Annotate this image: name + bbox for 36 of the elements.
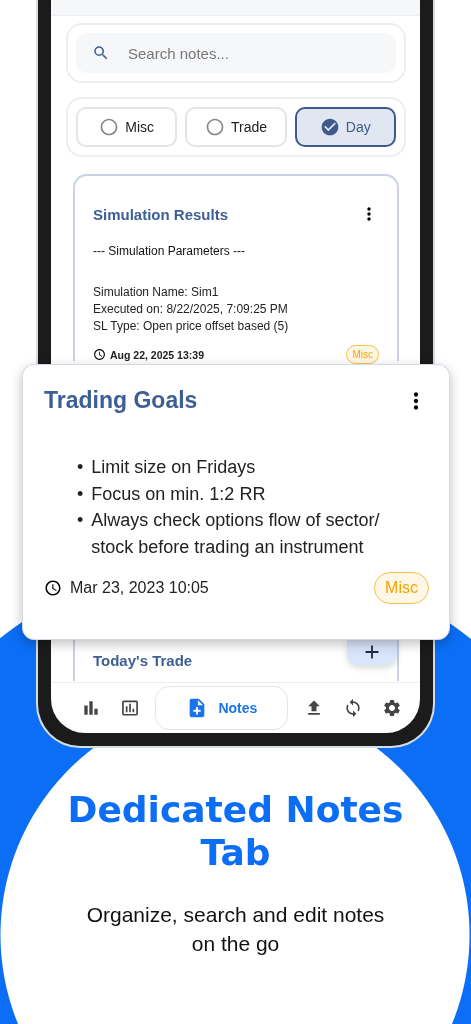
filter-chip[interactable]: Trade (185, 107, 287, 147)
clock-icon (93, 348, 106, 361)
note-tag: Misc (374, 572, 429, 604)
bullet-marker: • (77, 509, 84, 532)
bullet-item: Always check options flow of sector/ stock before trading an instrument (91, 509, 381, 559)
bullet-item: Focus on min. 1:2 RR (91, 482, 266, 506)
nav-tab[interactable]: Notes (155, 686, 289, 730)
add-button[interactable] (347, 639, 397, 665)
bar-chart-icon (81, 698, 101, 718)
bullet-marker: • (77, 456, 84, 479)
bullet-marker: • (77, 482, 84, 506)
note-tag: Misc (346, 345, 379, 364)
chart-icon (120, 698, 141, 718)
promo-title: Dedicated Notes Tab (66, 788, 405, 874)
note-line: Executed on: 8/22/2025, 7:09:25 PM (93, 301, 289, 318)
search-bar[interactable]: Search notes... (76, 33, 396, 73)
note-title: Trading Goals (44, 387, 198, 414)
check-icon (319, 117, 340, 137)
filter-chip[interactable]: Day (294, 107, 396, 147)
clock-icon (44, 579, 62, 597)
note-line: SL Type: Open price offset based (5) (93, 318, 290, 335)
note-heading: --- Simulation Parameters --- (93, 244, 247, 258)
note-date: Aug 22, 2025 13:39 (110, 348, 204, 361)
promo-subtitle: Organize, search and edit notes on the go (85, 902, 386, 957)
note-title: Today's Trade (93, 651, 193, 669)
note-card[interactable]: Trading Goals • Limit size on Fridays • Focus on min. 1:2 RR • Always check options flow of sector/ stock before trading an instrument Mar 23, 2023 10:05 Misc (22, 364, 450, 640)
note-line: Simulation Name: Sim1 (93, 284, 220, 301)
filter-chip[interactable]: Misc (76, 107, 178, 147)
search-icon (92, 44, 110, 62)
note-title: Simulation Results (93, 205, 229, 223)
settings-icon (382, 698, 402, 718)
bullet-item: Limit size on Fridays (91, 456, 256, 479)
radio-icon (204, 117, 225, 137)
search-field[interactable]: Search notes... (126, 43, 330, 63)
note-date: Mar 23, 2023 10:05 (70, 579, 209, 597)
radio-icon (99, 117, 120, 137)
